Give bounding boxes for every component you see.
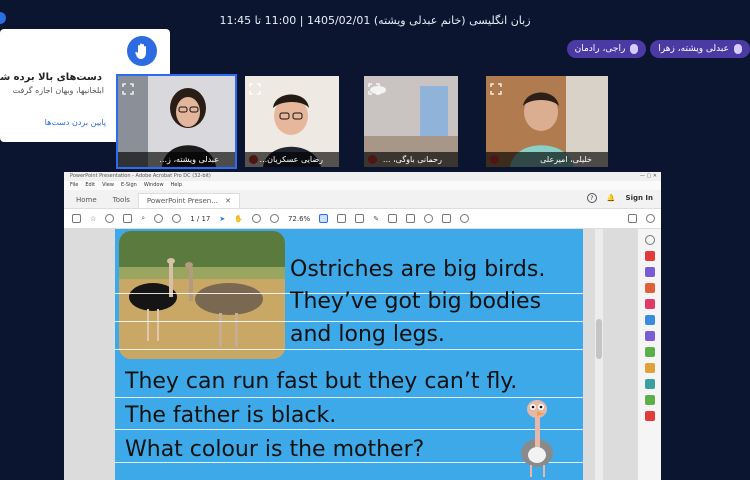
pdf-titlebar: PowerPoint Presentation - Adobe Acrobat … [64,172,661,181]
undo-icon[interactable] [460,214,470,223]
create-pdf-icon[interactable] [644,267,655,277]
print-icon[interactable] [123,214,133,223]
expand-icon[interactable] [122,80,134,95]
tab-tools[interactable]: Tools [105,193,138,208]
participant-chip-name: عبدلی ویشته، زهرا [658,44,729,54]
zoom-icon[interactable] [644,235,655,245]
help-icon[interactable]: ? [586,193,597,203]
participant-chips: راجی، رادمان عبدلی ویشته، زهرا [566,40,750,58]
popup-title: دست‌های بالا برده شده [0,72,102,83]
participant-chip[interactable]: راجی، رادمان [566,40,647,58]
comment-icon[interactable] [355,214,365,223]
more-tools-icon[interactable] [644,411,655,421]
fit-page-icon[interactable] [319,214,329,223]
slide-text-line: What colour is the mother? [125,437,425,462]
pdf-toolbar: ☆ ⌕ 1 / 17 ➤ ✋ 72.6% ✎ [64,209,661,229]
tab-document-label: PowerPoint Presen... [146,197,218,205]
bookmark-icon[interactable]: ☆ [90,215,96,223]
tile-name: عبدلی ویشته، ز... [118,152,235,167]
export-pdf-icon[interactable] [644,251,655,261]
menu-esign[interactable]: E-Sign [121,181,137,190]
menu-window[interactable]: Window [144,181,164,190]
delete-icon[interactable] [442,214,452,223]
page-indicator[interactable]: 1 / 17 [190,215,210,223]
ruled-line [115,397,583,398]
sign-icon[interactable] [644,331,655,341]
ostrich-photo [119,231,285,359]
menu-view[interactable]: View [102,181,114,190]
share-icon[interactable] [628,214,637,223]
expand-icon[interactable] [368,80,380,95]
comment-tool-icon[interactable] [644,363,655,373]
video-tile[interactable]: رضایی عسکریان... [245,76,339,167]
tools-rail [637,229,661,480]
cartoon-ostrich-image [521,400,553,477]
tile-name: خلیلی، امیرعلی [486,152,608,167]
stamp-icon[interactable] [406,214,416,223]
fill-sign-icon[interactable] [644,395,655,405]
lower-hands-button[interactable]: پایین بردن دست‌ها [45,118,106,127]
menu-file[interactable]: File [70,181,78,190]
cursor-icon[interactable]: ➤ [219,215,225,223]
zoom-out-icon[interactable] [251,214,261,223]
video-tile[interactable]: خلیلی، امیرعلی [486,76,608,167]
session-title: زبان انگلیسی (خانم عبدلی ویشته) 1405/02/… [219,14,531,27]
pdf-tabs: Home Tools PowerPoint Presen... ✕ ? 🔔 Si… [64,190,661,209]
organize-icon[interactable] [644,315,655,325]
edit-pdf-icon[interactable] [644,283,655,293]
expand-icon[interactable] [490,80,502,95]
hand-tool-icon[interactable]: ✋ [234,215,243,223]
combine-icon[interactable] [644,299,655,309]
slide-text-line: They’ve got big bodies [290,289,542,314]
ruled-line [115,429,583,430]
menu-help[interactable]: Help [171,181,182,190]
signin-button[interactable]: Sign In [626,194,653,202]
prev-page-icon[interactable] [154,214,164,223]
save-icon[interactable] [72,214,81,223]
tab-document[interactable]: PowerPoint Presen... ✕ [137,193,240,208]
slide-text-line: and long legs. [290,322,445,347]
participant-chip[interactable]: عبدلی ویشته، زهرا [650,40,750,58]
video-tile[interactable]: رحمانی باوگی، ... [364,76,458,167]
ruled-line [115,462,583,463]
highlight-icon[interactable] [388,214,398,223]
slide: Ostriches are big birds. They’ve got big… [115,229,583,480]
close-icon[interactable]: ✕ [225,197,231,205]
popup-names: ابلخانیها، وبهان اجازه گرفت [12,86,104,95]
slide-text-line: The father is black. [125,403,337,428]
video-tile[interactable]: عبدلی ویشته، ز... [116,74,237,169]
shared-pdf-window: PowerPoint Presentation - Adobe Acrobat … [64,172,661,480]
rotate-icon[interactable] [424,214,434,223]
participant-chip-name: راجی، رادمان [574,44,626,54]
slide-text-line: Ostriches are big birds. [290,257,546,282]
slide-text-line: They can run fast but they can’t fly. [125,369,518,394]
bell-icon[interactable]: 🔔 [607,194,616,202]
tile-name: رضایی عسکریان... [245,152,339,167]
mic-icon [630,44,639,54]
mic-icon [734,44,742,54]
document-area[interactable]: Ostriches are big birds. They’ve got big… [64,229,661,480]
upload-icon[interactable] [105,214,115,223]
pdf-menubar: File Edit View E-Sign Window Help [64,181,661,190]
menu-edit[interactable]: Edit [85,181,95,190]
tab-home[interactable]: Home [68,193,105,208]
raised-hand-icon [127,36,157,66]
scrollbar-thumb[interactable] [596,319,602,359]
optimize-icon[interactable] [644,379,655,389]
scroll-mode-icon[interactable] [337,214,347,223]
zoom-level[interactable]: 72.6% [288,215,310,223]
window-controls[interactable]: — ▢ ✕ [640,172,657,181]
expand-icon[interactable] [249,80,261,95]
protect-icon[interactable] [644,347,655,357]
ruled-line [115,349,583,350]
tile-name: رحمانی باوگی، ... [364,152,458,167]
zoom-in-icon[interactable] [269,214,279,223]
next-page-icon[interactable] [172,214,182,223]
pdf-window-title: PowerPoint Presentation - Adobe Acrobat … [70,173,211,179]
pen-icon[interactable]: ✎ [373,215,379,223]
search-icon[interactable]: ⌕ [141,214,145,223]
vertical-scrollbar[interactable] [595,229,603,480]
account-icon[interactable] [646,214,655,223]
